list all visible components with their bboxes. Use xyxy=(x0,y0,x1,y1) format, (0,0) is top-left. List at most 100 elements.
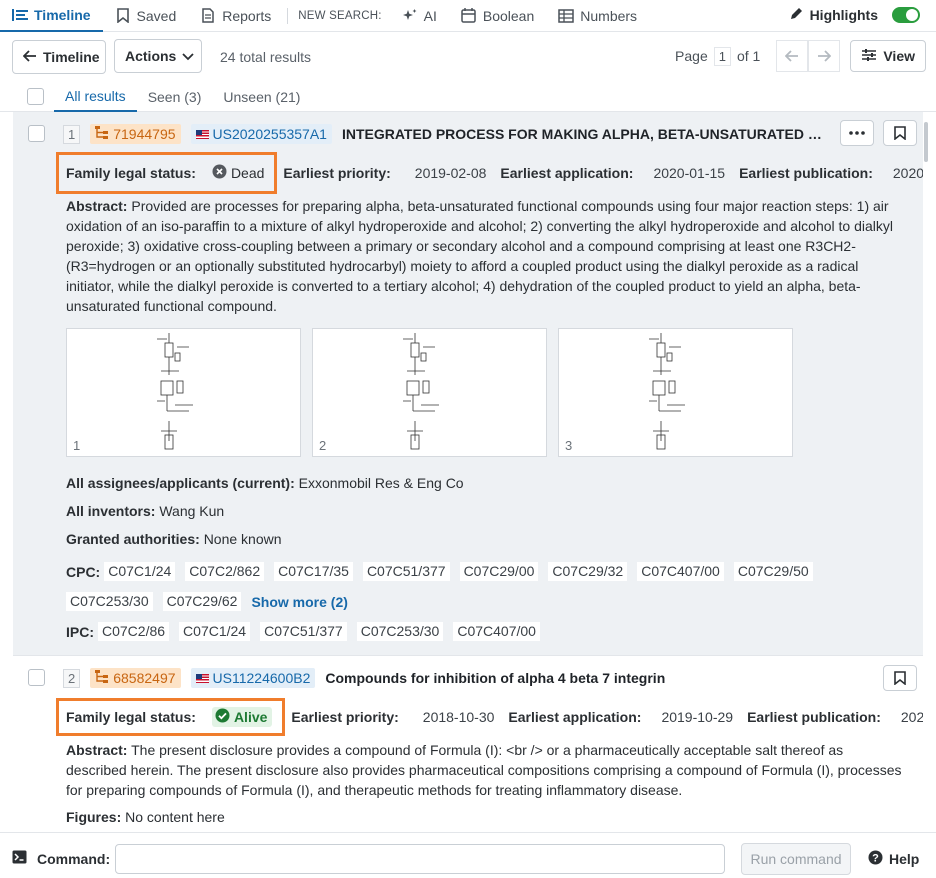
granted-label: Granted authorities: xyxy=(66,531,200,547)
patent-number: US11224600B2 xyxy=(212,670,311,686)
result-title[interactable]: INTEGRATED PROCESS FOR MAKING ALPHA, BET… xyxy=(342,126,822,142)
top-nav: Timeline Saved Reports NEW SEARCH: AI Bo… xyxy=(0,0,936,32)
abstract-text: The present disclosure provides a compou… xyxy=(66,742,902,798)
earliest-priority: Earliest priority: 2019-02-08 xyxy=(283,165,487,181)
tab-timeline[interactable]: Timeline xyxy=(0,0,103,32)
pencil-icon xyxy=(789,6,804,24)
cpc-code[interactable]: C07C407/00 xyxy=(637,562,724,581)
abstract-label: Abstract: xyxy=(66,742,128,758)
close-circle-icon xyxy=(212,164,227,182)
prev-page-button[interactable] xyxy=(776,40,809,72)
show-more-link[interactable]: Show more (2) xyxy=(251,594,347,610)
results-list: 1 71944795 US2020255357A1 INTEGRATED PRO… xyxy=(13,112,923,832)
family-id-badge[interactable]: 71944795 xyxy=(90,124,181,144)
tab-numbers[interactable]: Numbers xyxy=(546,0,649,32)
help-button[interactable]: ? Help xyxy=(868,850,919,868)
table-icon xyxy=(558,8,575,24)
command-label: Command: xyxy=(37,851,111,867)
result-header: 2 68582497 US11224600B2 Compounds for in… xyxy=(63,666,665,690)
view-button[interactable]: View xyxy=(850,40,926,72)
figures-label: Figures: xyxy=(66,809,122,825)
family-tree-icon xyxy=(95,126,109,142)
cpc-code[interactable]: C07C29/62 xyxy=(162,592,242,611)
view-label: View xyxy=(883,48,915,64)
cpc-code[interactable]: C07C2/862 xyxy=(185,562,265,581)
tab-all-results[interactable]: All results xyxy=(54,82,137,112)
result-checkbox[interactable] xyxy=(28,125,45,142)
more-options-button[interactable] xyxy=(840,120,874,146)
page-current[interactable]: 1 xyxy=(713,46,731,66)
scrollbar[interactable] xyxy=(924,122,928,162)
inventors: All inventors: Wang Kun xyxy=(66,503,224,519)
bookmark-button[interactable] xyxy=(883,665,917,691)
result-header: 1 71944795 US2020255357A1 INTEGRATED PRO… xyxy=(63,122,833,146)
patent-number-badge[interactable]: US11224600B2 xyxy=(190,668,316,688)
result-checkbox[interactable] xyxy=(28,669,45,686)
ipc-code[interactable]: C07C2/86 xyxy=(98,622,170,641)
ipc-code[interactable]: C07C253/30 xyxy=(356,622,444,641)
cpc-code[interactable]: C07C51/377 xyxy=(362,562,450,581)
actions-label: Actions xyxy=(125,48,177,64)
figures-row: Figures: No content here xyxy=(66,809,225,825)
tab-saved[interactable]: Saved xyxy=(103,0,189,32)
cpc-code[interactable]: C07C29/00 xyxy=(459,562,539,581)
cpc-code[interactable]: C07C1/24 xyxy=(104,562,176,581)
ipc-code[interactable]: C07C407/00 xyxy=(453,622,540,641)
figure-thumbnail[interactable]: 2 xyxy=(312,328,547,457)
ipc-code[interactable]: C07C51/377 xyxy=(260,622,347,641)
result-title[interactable]: Compounds for inhibition of alpha 4 beta… xyxy=(325,670,665,686)
family-id-badge[interactable]: 68582497 xyxy=(90,668,181,688)
tab-ai[interactable]: AI xyxy=(390,0,449,32)
command-input[interactable] xyxy=(115,844,725,874)
cpc-label: CPC: xyxy=(66,563,101,580)
family-id: 71944795 xyxy=(113,126,176,142)
ipc-code[interactable]: C07C1/24 xyxy=(179,622,251,641)
figure-thumbnail[interactable]: 1 xyxy=(66,328,301,457)
patent-number-badge[interactable]: US2020255357A1 xyxy=(190,124,332,144)
highlights-toggle[interactable] xyxy=(892,7,920,23)
bookmark-icon xyxy=(894,671,906,685)
next-page-button[interactable] xyxy=(808,40,841,72)
back-to-timeline-button[interactable]: Timeline xyxy=(12,40,106,74)
status-text: Alive xyxy=(233,709,268,725)
cpc-code[interactable]: C07C17/35 xyxy=(274,562,353,581)
family-id: 68582497 xyxy=(113,670,176,686)
figure-thumbnails: 1 2 3 xyxy=(66,328,793,457)
figure-thumbnail[interactable]: 3 xyxy=(558,328,793,457)
result-card: 2 68582497 US11224600B2 Compounds for in… xyxy=(13,655,923,832)
tab-reports[interactable]: Reports xyxy=(188,0,283,32)
family-status-box: Family legal status: Dead xyxy=(56,152,278,194)
result-filter-tabs: All results Seen (3) Unseen (21) xyxy=(0,82,936,112)
run-command-button[interactable]: Run command xyxy=(741,843,851,875)
svg-text:?: ? xyxy=(872,852,879,864)
patent-diagram-image xyxy=(157,333,193,450)
earliest-publication: Earliest publication:2020-08-13 xyxy=(739,165,923,181)
result-index: 1 xyxy=(63,124,81,144)
tab-unseen[interactable]: Unseen (21) xyxy=(212,82,311,112)
us-flag-icon xyxy=(195,673,209,683)
bookmark-button[interactable] xyxy=(883,120,917,146)
result-status-line: Family legal status: Dead Earliest prior… xyxy=(56,152,923,194)
help-icon: ? xyxy=(868,850,883,868)
cpc-code[interactable]: C07C29/32 xyxy=(548,562,628,581)
earliest-priority: Earliest priority: 2018-10-30 xyxy=(291,709,495,725)
sliders-icon xyxy=(861,48,877,65)
nav-divider xyxy=(287,7,289,24)
tab-boolean[interactable]: Boolean xyxy=(449,0,546,32)
assignees-label: All assignees/applicants (current): xyxy=(66,475,295,491)
check-circle-icon xyxy=(215,708,230,726)
cpc-code[interactable]: C07C253/30 xyxy=(66,592,153,611)
actions-dropdown[interactable]: Actions xyxy=(114,39,202,73)
terminal-icon xyxy=(12,850,27,867)
abstract-text: Provided are processes for preparing alp… xyxy=(66,198,893,314)
highlights-control: Highlights xyxy=(789,6,920,24)
tab-seen[interactable]: Seen (3) xyxy=(137,82,213,112)
inventors-label: All inventors: xyxy=(66,503,156,519)
document-icon xyxy=(200,8,216,24)
select-all-checkbox[interactable] xyxy=(27,88,44,105)
cpc-code[interactable]: C07C29/50 xyxy=(733,562,813,581)
status-badge: Dead xyxy=(212,164,264,182)
help-label: Help xyxy=(889,851,920,867)
calendar-icon xyxy=(461,8,477,24)
figure-number: 3 xyxy=(565,438,573,453)
